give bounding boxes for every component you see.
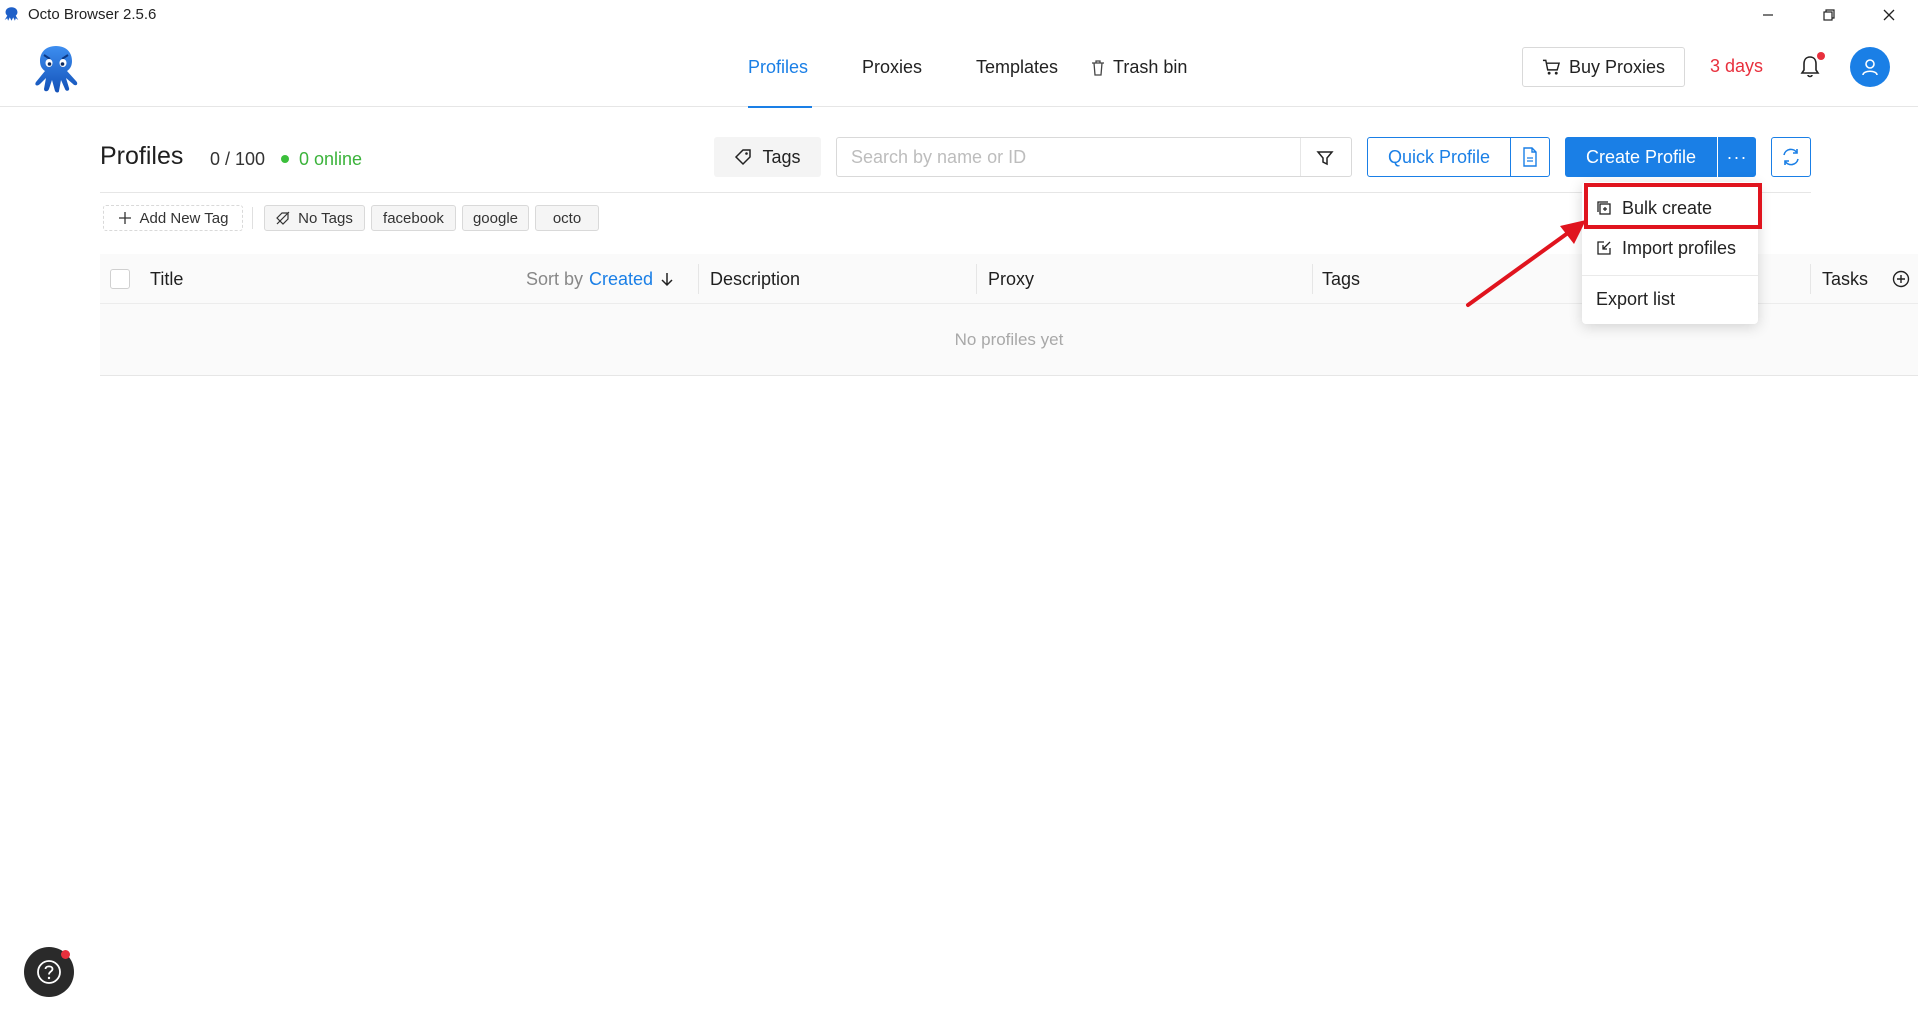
notifications-button[interactable] <box>1798 52 1825 80</box>
quick-profile-file-button[interactable] <box>1510 137 1550 177</box>
help-icon <box>37 960 61 984</box>
close-icon <box>1883 9 1895 21</box>
tab-proxies-label: Proxies <box>862 57 923 77</box>
menu-item-label: Export list <box>1596 288 1676 309</box>
tags-button[interactable]: Tags <box>714 137 821 177</box>
sort-value[interactable]: Created <box>589 269 653 290</box>
minimize-icon <box>1763 14 1773 16</box>
refresh-icon <box>1783 148 1799 166</box>
arrow-down-icon[interactable] <box>659 271 675 287</box>
tags-button-label: Tags <box>762 146 801 167</box>
tab-trash-bin-label: Trash bin <box>1113 57 1188 77</box>
octo-app-icon <box>4 7 19 21</box>
column-tasks-label: Tasks <box>1822 268 1869 289</box>
notification-badge <box>1817 52 1825 60</box>
minimize-button[interactable] <box>1745 2 1791 28</box>
select-all-checkbox[interactable] <box>110 269 130 289</box>
column-proxy: Proxy <box>988 254 1034 304</box>
tag-chip-octo[interactable]: octo <box>535 205 599 231</box>
close-window-button[interactable] <box>1866 2 1912 28</box>
sort-control[interactable]: Sort by Created <box>526 254 675 304</box>
restore-icon <box>1823 9 1835 21</box>
tag-chip-facebook[interactable]: facebook <box>371 205 456 231</box>
column-tasks: Tasks <box>1822 254 1868 304</box>
tag-off-icon <box>276 211 290 225</box>
column-tags: Tags <box>1322 254 1360 304</box>
add-new-tag-label: Add New Tag <box>139 209 229 227</box>
tab-trash-bin[interactable]: Trash bin <box>1090 28 1187 107</box>
empty-state-text: No profiles yet <box>954 329 1064 349</box>
help-button[interactable] <box>24 947 74 997</box>
plus-icon <box>118 212 131 224</box>
no-tags-label: No Tags <box>298 209 353 227</box>
create-profile-label: Create Profile <box>1585 146 1697 167</box>
window-titlebar: Octo Browser 2.5.6 <box>0 0 1918 28</box>
column-divider <box>698 264 699 294</box>
create-profile-button[interactable]: Create Profile <box>1565 137 1717 177</box>
tag-chip-google[interactable]: google <box>462 205 529 231</box>
refresh-button[interactable] <box>1771 137 1811 177</box>
column-divider <box>1810 264 1811 294</box>
tag-chip-no-tags[interactable]: No Tags <box>264 205 365 231</box>
tab-profiles[interactable]: Profiles <box>748 28 812 108</box>
toolbar-divider <box>100 192 1811 193</box>
menu-item-export-list[interactable]: Export list <box>1582 281 1758 317</box>
file-icon <box>1523 147 1537 167</box>
help-badge <box>61 950 70 959</box>
more-dots-icon: ··· <box>1726 146 1748 167</box>
online-count: 0 online <box>299 149 363 169</box>
menu-divider <box>1582 275 1758 276</box>
tag-chip-label: octo <box>552 209 582 227</box>
window-title: Octo Browser 2.5.6 <box>28 6 157 23</box>
quick-profile-label: Quick Profile <box>1387 146 1491 167</box>
trial-days-left[interactable]: 3 days <box>1710 56 1763 77</box>
tab-proxies[interactable]: Proxies <box>862 28 922 107</box>
menu-item-import-profiles[interactable]: Import profiles <box>1582 230 1758 266</box>
tag-chip-label: facebook <box>383 209 444 227</box>
tag-chip-label: google <box>472 209 519 227</box>
buy-proxies-button[interactable]: Buy Proxies <box>1522 47 1685 87</box>
column-proxy-label: Proxy <box>988 268 1035 289</box>
profile-count: 0 / 100 <box>210 149 266 169</box>
sort-by-label: Sort by <box>526 268 584 289</box>
quick-profile-button[interactable]: Quick Profile <box>1367 137 1511 177</box>
search-input[interactable] <box>851 138 1291 176</box>
column-title: Title <box>150 254 183 304</box>
column-description: Description <box>710 254 800 304</box>
column-description-label: Description <box>710 268 801 289</box>
page-title: Profiles <box>100 142 184 170</box>
annotation-arrow <box>1466 220 1586 307</box>
buy-proxies-label: Buy Proxies <box>1568 56 1666 77</box>
search-divider <box>1300 138 1301 176</box>
trash-icon <box>1092 59 1104 76</box>
app-header: Profiles Proxies Templates Trash bin Buy… <box>0 28 1918 108</box>
search-box <box>836 137 1352 177</box>
column-divider <box>1312 264 1313 294</box>
tag-icon <box>735 149 752 166</box>
user-avatar[interactable] <box>1850 47 1890 87</box>
column-title-label: Title <box>150 268 184 289</box>
column-tags-label: Tags <box>1322 268 1361 289</box>
menu-item-label: Import profiles <box>1622 237 1737 258</box>
create-profile-more-button[interactable]: ··· <box>1718 137 1756 177</box>
cart-icon <box>1542 59 1561 75</box>
tab-profiles-label: Profiles <box>748 57 809 77</box>
add-column-icon[interactable] <box>1892 270 1910 288</box>
column-divider <box>976 264 977 294</box>
add-new-tag-button[interactable]: Add New Tag <box>103 205 243 231</box>
tag-chip-divider <box>252 207 253 229</box>
tab-templates[interactable]: Templates <box>976 28 1058 107</box>
tab-templates-label: Templates <box>976 57 1059 77</box>
user-icon <box>1862 59 1878 76</box>
restore-button[interactable] <box>1806 2 1852 28</box>
filter-icon[interactable] <box>1315 148 1335 168</box>
online-status-dot <box>281 155 289 163</box>
annotation-highlight-box <box>1584 183 1762 229</box>
octo-logo[interactable] <box>28 42 84 94</box>
